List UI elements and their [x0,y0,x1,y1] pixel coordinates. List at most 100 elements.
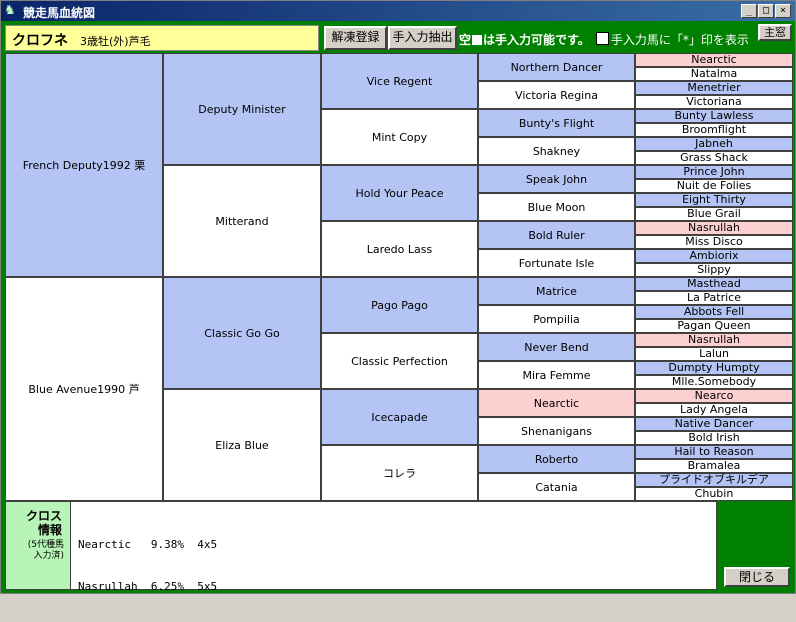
ancestor-gen5-cell[interactable]: Victoriana [635,95,793,109]
ancestor-gen5-cell[interactable]: Mlle.Somebody [635,375,793,389]
ancestor-gen2-cell[interactable]: Mitterand [163,165,321,277]
ancestor-name: Speak John [525,172,588,186]
ancestor-gen4-cell[interactable]: Mira Femme [478,361,635,389]
freeze-register-button[interactable]: 解凍登録 [324,26,387,50]
ancestor-gen2-cell[interactable]: Eliza Blue [163,389,321,501]
ancestor-gen5-cell[interactable]: Hail to Reason [635,445,793,459]
ancestor-gen5-cell[interactable]: Lady Angela [635,403,793,417]
manual-extract-button[interactable]: 手入力抽出 [388,26,457,50]
ancestor-gen5-cell[interactable]: Prince John [635,165,793,179]
ancestor-name: Fortunate Isle [518,256,595,270]
ancestor-name: Miss Disco [685,235,743,248]
ancestor-gen5-cell[interactable]: Pagan Queen [635,319,793,333]
ancestor-gen5-cell[interactable]: Abbots Fell [635,305,793,319]
ancestor-gen5-cell[interactable]: Broomflight [635,123,793,137]
ancestor-gen5-cell[interactable]: Nasrullah [635,333,793,347]
main-window-button[interactable]: 主窓 [758,24,792,41]
ancestor-name: Dumpty Humpty [668,361,760,374]
ancestor-gen4-cell[interactable]: Blue Moon [478,193,635,221]
ancestor-gen3-cell[interactable]: Laredo Lass [321,221,478,277]
ancestor-gen4-cell[interactable]: Northern Dancer [478,53,635,81]
ancestor-name: Lady Angela [680,403,748,416]
ancestor-gen5-cell[interactable]: Miss Disco [635,235,793,249]
ancestor-gen3-cell[interactable]: Classic Perfection [321,333,478,389]
ancestor-gen4-cell[interactable]: Never Bend [478,333,635,361]
horse-app-icon: ♞ [4,3,16,18]
ancestor-gen5-cell[interactable]: Natalma [635,67,793,81]
blank-swatch-icon [472,35,483,45]
ancestor-gen5-cell[interactable]: Nuit de Folies [635,179,793,193]
ancestor-gen2-cell[interactable]: Classic Go Go [163,277,321,389]
ancestor-gen3-cell[interactable]: Hold Your Peace [321,165,478,221]
ancestor-gen5-cell[interactable]: Bold Irish [635,431,793,445]
ancestor-name: Pompilia [533,312,580,326]
close-window-button[interactable]: × [775,4,791,18]
ancestor-gen5-cell[interactable]: Nearctic [635,53,793,67]
ancestor-gen5-cell[interactable]: Nearco [635,389,793,403]
ancestor-gen1-cell[interactable]: Blue Avenue 1990 芦 [5,277,163,501]
close-button[interactable]: 閉じる [724,567,790,587]
ancestor-gen3-cell[interactable]: Icecapade [321,389,478,445]
ancestor-gen4-cell[interactable]: Shenanigans [478,417,635,445]
ancestor-gen3-cell[interactable]: Mint Copy [321,109,478,165]
ancestor-gen5-cell[interactable]: Dumpty Humpty [635,361,793,375]
ancestor-gen4-cell[interactable]: Matrice [478,277,635,305]
ancestor-gen5-cell[interactable]: プライドオブキルデア [635,473,793,487]
ancestor-gen3-cell[interactable]: Vice Regent [321,53,478,109]
ancestor-gen5-cell[interactable]: Lalun [635,347,793,361]
ancestor-gen4-cell[interactable]: Speak John [478,165,635,193]
ancestor-gen5-cell[interactable]: Eight Thirty [635,193,793,207]
ancestor-gen4-cell[interactable]: Nearctic [478,389,635,417]
ancestor-name: Menetrier [687,81,741,94]
ancestor-gen4-cell[interactable]: Pompilia [478,305,635,333]
ancestor-gen5-cell[interactable]: Native Dancer [635,417,793,431]
ancestor-name: Native Dancer [674,417,754,430]
ancestor-gen5-cell[interactable]: Chubin [635,487,793,501]
ancestor-gen5-cell[interactable]: La Patrice [635,291,793,305]
ancestor-gen4-cell[interactable]: Shakney [478,137,635,165]
ancestor-gen5-cell[interactable]: Blue Grail [635,207,793,221]
manual-input-note: 空は手入力可能です。 手入力馬に「*」印を表示 [459,31,749,48]
ancestor-name: Mitterand [215,214,269,228]
cross-title-2: 情報 [37,523,62,537]
ancestor-gen5-cell[interactable]: Masthead [635,277,793,291]
ancestor-name: La Patrice [687,291,741,304]
pedigree-grid: French Deputy 1992 栗 Blue Avenue 1990 芦 Depu… [5,53,793,501]
ancestor-gen4-cell[interactable]: Roberto [478,445,635,473]
ancestor-name: コレラ [383,466,416,480]
minimize-button[interactable]: _ [741,4,757,18]
ancestor-gen5-cell[interactable]: Slippy [635,263,793,277]
ancestor-gen4-cell[interactable]: Fortunate Isle [478,249,635,277]
ancestor-name: Bunty Lawless [674,109,754,122]
ancestor-name: Eight Thirty [682,193,746,206]
ancestor-name: Northern Dancer [510,60,603,74]
ancestor-gen5-cell[interactable]: Bramalea [635,459,793,473]
ancestor-gen1-cell[interactable]: French Deputy 1992 栗 [5,53,163,277]
ancestor-name: Nasrullah [687,221,741,234]
ancestor-gen4-cell[interactable]: Victoria Regina [478,81,635,109]
maximize-button[interactable]: □ [758,4,774,18]
ancestor-gen3-cell[interactable]: コレラ [321,445,478,501]
ancestor-name: Masthead [687,277,741,290]
ancestor-name: Jabneh [695,137,733,150]
ancestor-name: Vice Regent [366,74,433,88]
title-bar: ♞ 競走馬血統図 _ □ × [1,1,795,21]
cross-title-1: クロス [25,509,62,523]
ancestor-gen2-cell[interactable]: Deputy Minister [163,53,321,165]
ancestor-name: Grass Shack [680,151,748,164]
ancestor-name: Nearctic [691,53,737,66]
ancestor-gen5-cell[interactable]: Jabneh [635,137,793,151]
ancestor-gen5-cell[interactable]: Nasrullah [635,221,793,235]
ancestor-gen4-cell[interactable]: Bold Ruler [478,221,635,249]
ancestor-gen4-cell[interactable]: Bunty's Flight [478,109,635,137]
ancestor-name: Victoria Regina [515,88,598,102]
ancestor-gen5-cell[interactable]: Bunty Lawless [635,109,793,123]
mark-checkbox[interactable] [595,32,609,45]
ancestor-name: Blue Avenue [28,382,98,396]
ancestor-gen3-cell[interactable]: Pago Pago [321,277,478,333]
ancestor-gen5-cell[interactable]: Grass Shack [635,151,793,165]
ancestor-gen5-cell[interactable]: Menetrier [635,81,793,95]
ancestor-gen4-cell[interactable]: Catania [478,473,635,501]
cross-lines: Nearctic 9.38% 4x5 Nasrullah 6.25% 5x5 [78,510,217,622]
ancestor-gen5-cell[interactable]: Ambiorix [635,249,793,263]
